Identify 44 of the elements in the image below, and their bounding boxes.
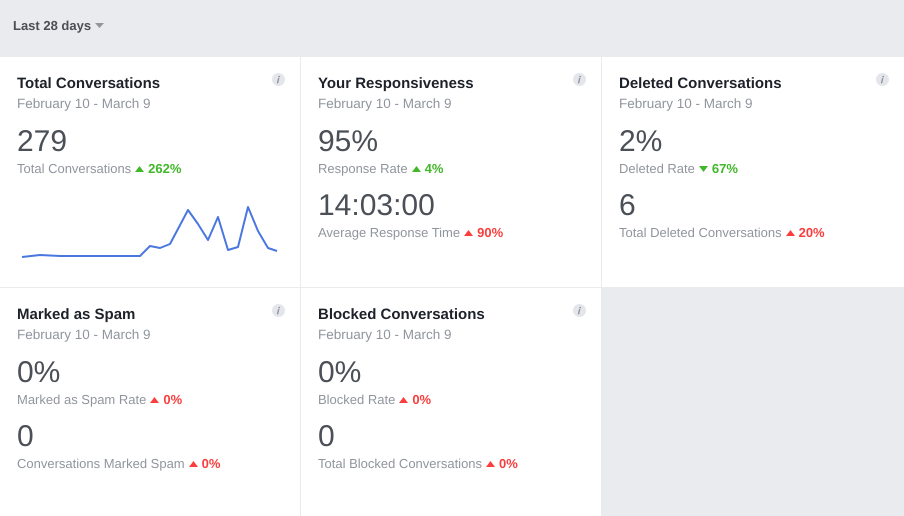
- metric-value: 95%: [318, 125, 380, 159]
- metric-label: Response Rate: [318, 161, 408, 177]
- caret-icon: [95, 23, 104, 28]
- info-icon[interactable]: [272, 304, 285, 317]
- metric-value: 14:03:00: [318, 189, 436, 223]
- metric-value: 0%: [17, 356, 62, 390]
- metric-label: Total Deleted Conversations: [619, 225, 782, 241]
- metric-value: 0: [17, 420, 35, 454]
- change-percent: 4%: [424, 161, 444, 177]
- metric-value: 279: [17, 125, 68, 159]
- card-title: Blocked Conversations: [318, 306, 485, 324]
- change-percent: 20%: [798, 225, 825, 241]
- info-icon[interactable]: [573, 304, 586, 317]
- metric-label: Conversations Marked Spam: [17, 456, 185, 472]
- date-range: February 10 - March 9: [17, 95, 152, 113]
- info-icon[interactable]: [876, 73, 889, 86]
- date-range-dropdown[interactable]: Last 28 days: [13, 16, 104, 36]
- change-percent: 0%: [202, 456, 220, 472]
- card-title: Deleted Conversations: [619, 75, 782, 93]
- info-icon[interactable]: [272, 73, 285, 86]
- card-title: Your Responsiveness: [318, 75, 474, 93]
- metric-label: Blocked Rate: [318, 392, 396, 408]
- date-range: February 10 - March 9: [318, 95, 453, 113]
- date-range: February 10 - March 9: [318, 326, 453, 344]
- metric-label: Average Response Time: [318, 225, 460, 241]
- date-range: February 10 - March 9: [619, 95, 754, 113]
- card-title: Marked as Spam: [17, 306, 136, 324]
- metric-label: Total Conversations: [17, 161, 132, 177]
- metric-label: Marked as Spam Rate: [17, 392, 146, 408]
- change-percent: 0%: [499, 456, 518, 472]
- metric-value: 0: [318, 420, 336, 454]
- card-title: Total Conversations: [17, 75, 160, 93]
- change-percent: 90%: [477, 225, 504, 241]
- change-percent: 67%: [712, 161, 738, 177]
- info-icon[interactable]: [573, 73, 586, 86]
- date-range: February 10 - March 9: [17, 326, 152, 344]
- metric-value: 6: [619, 189, 637, 223]
- change-percent: 0%: [163, 392, 182, 408]
- metric-label: Total Blocked Conversations: [318, 456, 482, 472]
- change-percent: 0%: [412, 392, 432, 408]
- metric-value: 0%: [318, 356, 362, 390]
- change-percent: 262%: [148, 161, 182, 177]
- metric-label: Deleted Rate: [619, 161, 695, 177]
- metric-value: 2%: [619, 125, 664, 159]
